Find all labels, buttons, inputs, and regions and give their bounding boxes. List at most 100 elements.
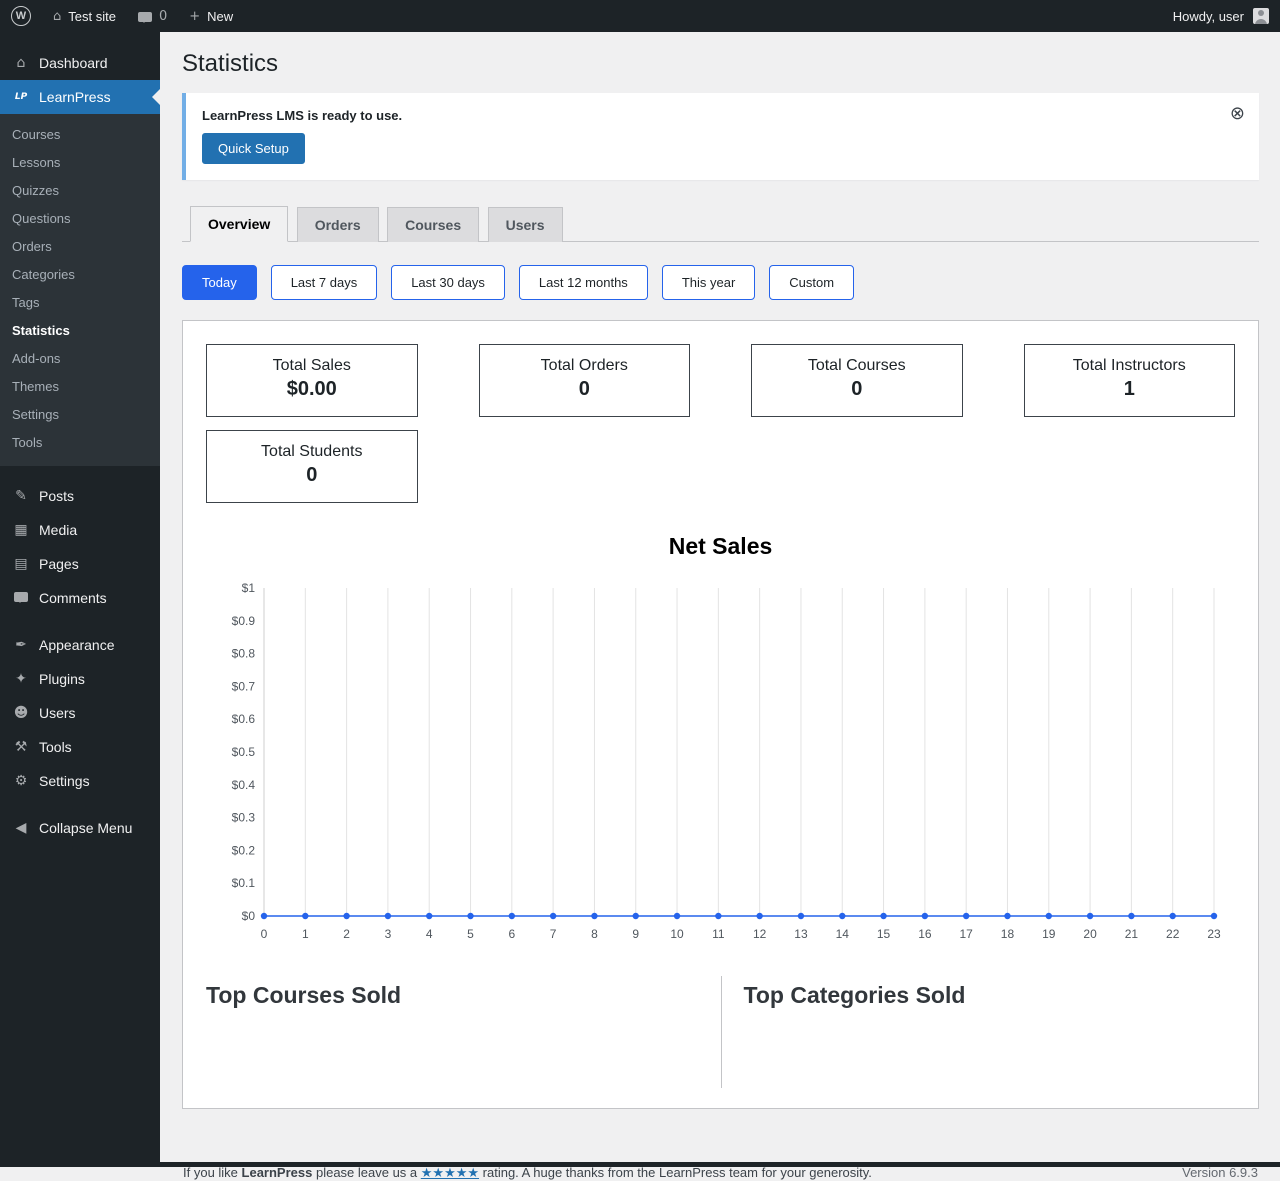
wordpress-logo-icon: W [11,6,31,26]
tab-courses[interactable]: Courses [387,207,480,242]
sidebar-item-statistics[interactable]: Statistics [0,317,160,345]
sidebar-item-users[interactable]: ☻ Users [0,696,160,730]
stat-value: 0 [851,378,863,400]
top-categories-section: Top Categories Sold [720,976,1236,1088]
tab-users[interactable]: Users [487,207,563,242]
menu-separator [0,798,160,811]
svg-text:$0.7: $0.7 [231,679,255,693]
filter-last-12-months-button[interactable]: Last 12 months [518,265,648,300]
sidebar-item-comments[interactable]: Comments [0,581,160,615]
svg-text:$0.5: $0.5 [231,745,255,759]
svg-text:18: 18 [1000,927,1014,941]
learnpress-submenu: Courses Lessons Quizzes Questions Orders… [0,114,160,466]
sidebar-item-lessons[interactable]: Lessons [0,149,160,177]
svg-text:16: 16 [918,927,932,941]
statistics-card: Total Sales $0.00 Total Orders 0 Total C… [182,320,1259,1109]
filter-last-7-days-button[interactable]: Last 7 days [270,265,378,300]
viewport-bottom-edge [0,1162,1280,1167]
stat-label: Total Students [261,443,363,460]
setup-notice: LearnPress LMS is ready to use. Quick Se… [182,93,1259,180]
stat-value: $0.00 [286,378,337,400]
howdy-label: Howdy, user [1172,8,1244,24]
footer-text-middle: please leave us a [312,1165,421,1180]
footer-brand: LearnPress [241,1165,313,1180]
sidebar-item-label: Posts [39,488,75,504]
stat-value: 1 [1123,378,1135,400]
svg-text:4: 4 [425,927,432,941]
stat-total-courses: Total Courses 0 [751,344,963,417]
stat-value: 0 [306,464,318,486]
sidebar-item-settings-lp[interactable]: Settings [0,401,160,429]
new-content-menu[interactable]: + New [178,0,244,32]
sidebar-item-categories[interactable]: Categories [0,261,160,289]
filter-today-button[interactable]: Today [182,265,257,300]
sidebar-item-label: Plugins [39,671,85,687]
svg-text:19: 19 [1042,927,1056,941]
top-categories-heading: Top Categories Sold [743,982,966,1008]
version-label: Version 6.9.3 [1182,1165,1258,1180]
svg-text:$0: $0 [241,909,255,923]
sidebar-item-themes[interactable]: Themes [0,373,160,401]
quick-setup-button[interactable]: Quick Setup [202,133,305,164]
svg-text:$0.2: $0.2 [231,843,255,857]
sidebar-item-label: Users [39,705,76,721]
stat-total-students: Total Students 0 [206,430,418,503]
filter-last-30-days-button[interactable]: Last 30 days [391,265,505,300]
sidebar-item-media[interactable]: ▦ Media [0,513,160,547]
appearance-icon: ✒ [15,637,27,653]
svg-text:1: 1 [301,927,308,941]
tab-orders[interactable]: Orders [296,207,379,242]
footer-text-prefix: If you like [183,1165,242,1180]
svg-text:0: 0 [260,927,267,941]
sidebar-item-addons[interactable]: Add-ons [0,345,160,373]
sidebar-item-pages[interactable]: ▤ Pages [0,547,160,581]
sidebar-item-tools[interactable]: ⚒ Tools [0,730,160,764]
svg-text:$0.9: $0.9 [231,614,255,628]
filter-custom-button[interactable]: Custom [769,265,855,300]
admin-footer: If you like LearnPress please leave us a… [182,1109,1259,1181]
sidebar-item-learnpress[interactable]: LP LearnPress [0,80,160,114]
stat-label: Total Sales [272,357,351,374]
learnpress-icon: LP [14,92,28,102]
my-account-menu[interactable]: Howdy, user [1162,0,1280,32]
sidebar-item-settings[interactable]: ⚙ Settings [0,764,160,798]
sidebar-item-label: Comments [39,590,107,606]
svg-text:$0.3: $0.3 [231,811,255,825]
sidebar-item-dashboard[interactable]: ⌂ Dashboard [0,46,160,80]
main-content: Statistics LearnPress LMS is ready to us… [160,0,1280,1181]
sidebar-item-orders[interactable]: Orders [0,233,160,261]
sidebar-item-tools-lp[interactable]: Tools [0,429,160,457]
collapse-menu-button[interactable]: ◀ Collapse Menu [0,811,160,845]
home-icon: ⌂ [53,8,62,24]
sidebar-item-plugins[interactable]: ✦ Plugins [0,662,160,696]
stat-value: 0 [578,378,590,400]
svg-text:7: 7 [549,927,556,941]
sidebar-item-appearance[interactable]: ✒ Appearance [0,628,160,662]
page-title: Statistics [182,50,279,77]
filter-this-year-button[interactable]: This year [661,265,756,300]
sidebar-item-courses[interactable]: Courses [0,121,160,149]
top-courses-heading: Top Courses Sold [206,982,402,1008]
sidebar-item-posts[interactable]: ✎ Posts [0,479,160,513]
svg-text:22: 22 [1166,927,1180,941]
sidebar-item-tags[interactable]: Tags [0,289,160,317]
dismiss-notice-icon[interactable]: ⊗ [1228,103,1247,125]
user-avatar [1253,8,1269,24]
wp-logo-menu[interactable]: W [0,0,42,32]
svg-text:10: 10 [670,927,684,941]
svg-text:$0.1: $0.1 [231,876,255,890]
svg-text:11: 11 [712,927,725,941]
svg-text:13: 13 [794,927,808,941]
rating-stars-link[interactable]: ★★★★★ [421,1166,479,1181]
svg-text:20: 20 [1083,927,1097,941]
comments-shortcut[interactable]: 0 [127,0,178,32]
top-courses-section: Top Courses Sold [206,976,721,1088]
site-name-link[interactable]: ⌂ Test site [42,0,127,32]
svg-text:5: 5 [467,927,474,941]
dashboard-icon: ⌂ [16,55,26,71]
sidebar-item-questions[interactable]: Questions [0,205,160,233]
svg-text:21: 21 [1124,927,1138,941]
sidebar-item-quizzes[interactable]: Quizzes [0,177,160,205]
tab-overview[interactable]: Overview [190,206,289,242]
stat-total-sales: Total Sales $0.00 [206,344,418,417]
